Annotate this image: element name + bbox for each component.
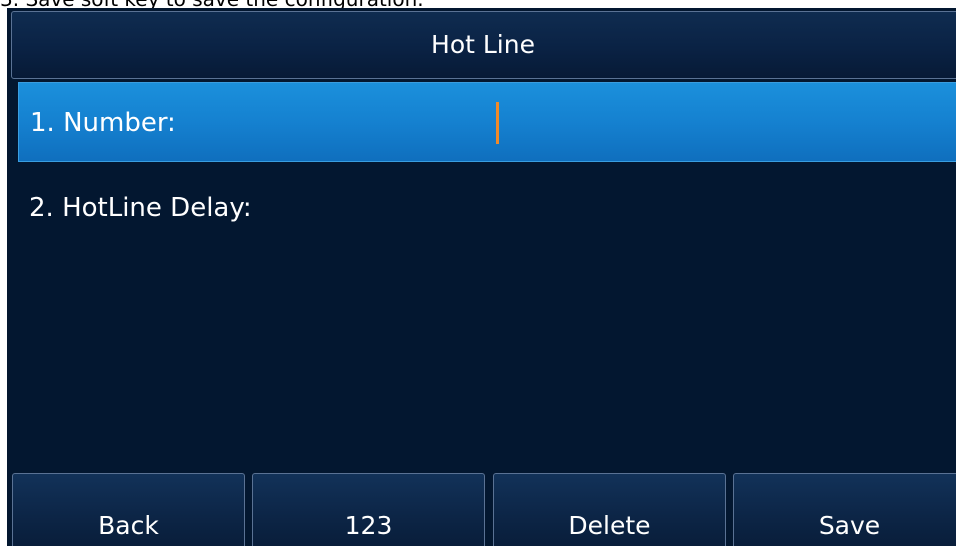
delete-softkey[interactable]: Delete — [493, 473, 726, 546]
hotline-delay-label: 2. HotLine Delay: — [29, 193, 252, 223]
title-bar: Hot Line — [11, 11, 956, 79]
input-mode-softkey[interactable]: 123 — [252, 473, 485, 546]
text-cursor — [496, 102, 499, 144]
save-softkey[interactable]: Save — [733, 473, 956, 546]
back-softkey[interactable]: Back — [12, 473, 245, 546]
page-title: Hot Line — [431, 30, 535, 59]
softkey-bar: Back 123 Delete Save — [7, 473, 956, 546]
number-field-row[interactable]: 1. Number: — [18, 82, 956, 162]
number-label: 1. Number: — [30, 108, 176, 138]
hotline-delay-row[interactable]: 2. HotLine Delay: — [18, 168, 956, 248]
phone-screen: Hot Line 1. Number: 2. HotLine Delay: Ba… — [7, 8, 956, 546]
